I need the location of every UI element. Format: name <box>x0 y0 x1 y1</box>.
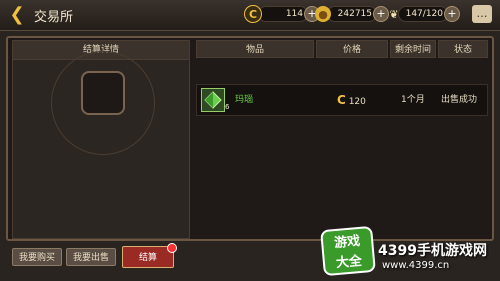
currency-c-coin: C 114 + <box>244 5 320 23</box>
tab-buy[interactable]: 我要购买 <box>12 248 62 266</box>
c-coin-value: 114 <box>258 6 308 22</box>
item-count: 6 <box>225 103 230 111</box>
notification-badge <box>167 243 177 253</box>
add-energy-button[interactable]: + <box>444 6 460 22</box>
c-coin-icon: C <box>337 93 346 107</box>
price-value: 120 <box>348 97 366 107</box>
tab-settlement[interactable]: 结算 <box>122 243 177 268</box>
tab-sell[interactable]: 我要出售 <box>66 248 116 266</box>
top-bar: ❮ 交易所 C 114 + ● 242715 + ❦ 147/120 + … <box>0 0 500 31</box>
watermark-title: 4399手机游戏网 <box>378 243 487 259</box>
c-coin-icon: C <box>244 5 262 23</box>
item-name: 玛瑙 <box>235 95 254 105</box>
energy-value: 147/120 <box>398 6 448 22</box>
watermark-url: www.4399.cn <box>382 260 450 271</box>
price-cell: C 120 <box>337 85 366 115</box>
back-arrow-icon[interactable]: ❮ <box>6 6 28 24</box>
watermark-logo: 游戏 大全 <box>320 225 376 277</box>
time-left-value: 1个月 <box>401 95 425 105</box>
currency-gold: ● 242715 + <box>315 5 389 23</box>
header-time-left: 剩余时间 <box>390 40 436 58</box>
chat-bubble-icon[interactable]: … <box>472 5 492 23</box>
settlement-panel: 结算详情 <box>12 40 190 239</box>
wing-icon: ❦ <box>389 7 399 21</box>
header-item: 物品 <box>196 40 314 58</box>
tab-settlement-label: 结算 <box>138 253 157 263</box>
agate-gem-icon <box>201 88 225 112</box>
currency-energy: ❦ 147/120 + <box>386 5 460 23</box>
gold-coin-icon: ● <box>315 6 331 22</box>
table-row[interactable]: 6 玛瑙 C 120 1个月 出售成功 <box>196 84 488 116</box>
status-value: 出售成功 <box>441 95 478 105</box>
listing-panel: 物品 价格 剩余时间 状态 6 玛瑙 C 120 1个月 出售成功 <box>196 40 488 239</box>
header-status: 状态 <box>438 40 488 58</box>
page-title: 交易所 <box>34 10 74 25</box>
header-price: 价格 <box>316 40 388 58</box>
gold-value: 242715 <box>327 6 377 22</box>
item-slot[interactable] <box>81 71 125 115</box>
